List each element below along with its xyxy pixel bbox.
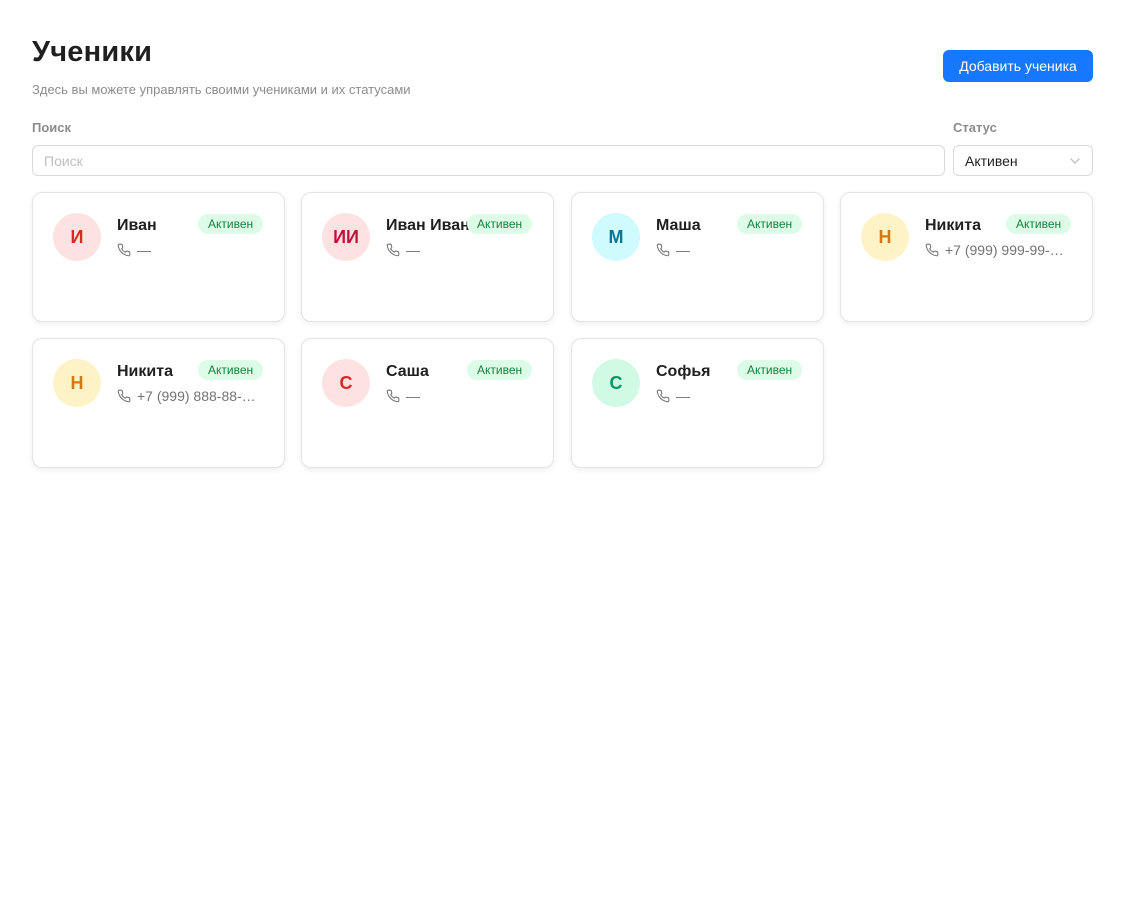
status-badge: Активен bbox=[1006, 214, 1072, 234]
phone-icon bbox=[925, 243, 939, 257]
status-badge: Активен bbox=[737, 214, 803, 234]
student-card[interactable]: Н Никита Активен +7 (999) 999-99-… bbox=[840, 192, 1093, 322]
phone-number: +7 (999) 999-99-… bbox=[945, 242, 1064, 258]
avatar: И bbox=[53, 213, 101, 261]
phone-number: — bbox=[406, 242, 420, 258]
phone-row: — bbox=[117, 242, 271, 258]
status-select-value: Активен bbox=[965, 152, 1018, 169]
student-card[interactable]: М Маша Активен — bbox=[571, 192, 824, 322]
avatar: С bbox=[322, 359, 370, 407]
phone-icon bbox=[386, 243, 400, 257]
status-badge: Активен bbox=[198, 214, 264, 234]
status-badge: Активен bbox=[467, 360, 533, 380]
phone-number: +7 (999) 888-88-… bbox=[137, 388, 256, 404]
status-label: Статус bbox=[953, 120, 997, 135]
status-badge: Активен bbox=[737, 360, 803, 380]
avatar: Н bbox=[53, 359, 101, 407]
phone-row: +7 (999) 999-99-… bbox=[925, 242, 1079, 258]
phone-row: — bbox=[386, 388, 540, 404]
phone-icon bbox=[656, 243, 670, 257]
avatar: ИИ bbox=[322, 213, 370, 261]
phone-number: — bbox=[137, 242, 151, 258]
student-card[interactable]: Н Никита Активен +7 (999) 888-88-… bbox=[32, 338, 285, 468]
phone-icon bbox=[386, 389, 400, 403]
avatar: С bbox=[592, 359, 640, 407]
page-title: Ученики bbox=[32, 36, 153, 68]
search-input[interactable] bbox=[32, 145, 945, 176]
phone-row: — bbox=[386, 242, 540, 258]
phone-row: — bbox=[656, 388, 810, 404]
phone-number: — bbox=[406, 388, 420, 404]
student-name: Иван Иван bbox=[386, 217, 470, 234]
student-name: Никита bbox=[925, 217, 981, 234]
chevron-down-icon bbox=[1069, 155, 1081, 167]
student-card[interactable]: С Софья Активен — bbox=[571, 338, 824, 468]
page-subtitle: Здесь вы можете управлять своими ученика… bbox=[32, 82, 411, 97]
phone-icon bbox=[656, 389, 670, 403]
student-card[interactable]: И Иван Активен — bbox=[32, 192, 285, 322]
avatar: Н bbox=[861, 213, 909, 261]
avatar: М bbox=[592, 213, 640, 261]
status-badge: Активен bbox=[467, 214, 533, 234]
phone-icon bbox=[117, 243, 131, 257]
student-name: Маша bbox=[656, 217, 701, 234]
phone-row: — bbox=[656, 242, 810, 258]
student-name: Иван bbox=[117, 217, 157, 234]
phone-icon bbox=[117, 389, 131, 403]
student-name: Саша bbox=[386, 363, 429, 380]
add-student-button[interactable]: Добавить ученика bbox=[943, 50, 1093, 82]
search-label: Поиск bbox=[32, 120, 72, 135]
students-page: Ученики Здесь вы можете управлять своими… bbox=[0, 0, 1125, 919]
student-name: Софья bbox=[656, 363, 711, 380]
student-card[interactable]: ИИ Иван Иван Активен — bbox=[301, 192, 554, 322]
status-badge: Активен bbox=[198, 360, 264, 380]
phone-row: +7 (999) 888-88-… bbox=[117, 388, 271, 404]
phone-number: — bbox=[676, 388, 690, 404]
status-select[interactable]: Активен bbox=[953, 145, 1093, 176]
student-name: Никита bbox=[117, 363, 173, 380]
phone-number: — bbox=[676, 242, 690, 258]
student-card[interactable]: С Саша Активен — bbox=[301, 338, 554, 468]
